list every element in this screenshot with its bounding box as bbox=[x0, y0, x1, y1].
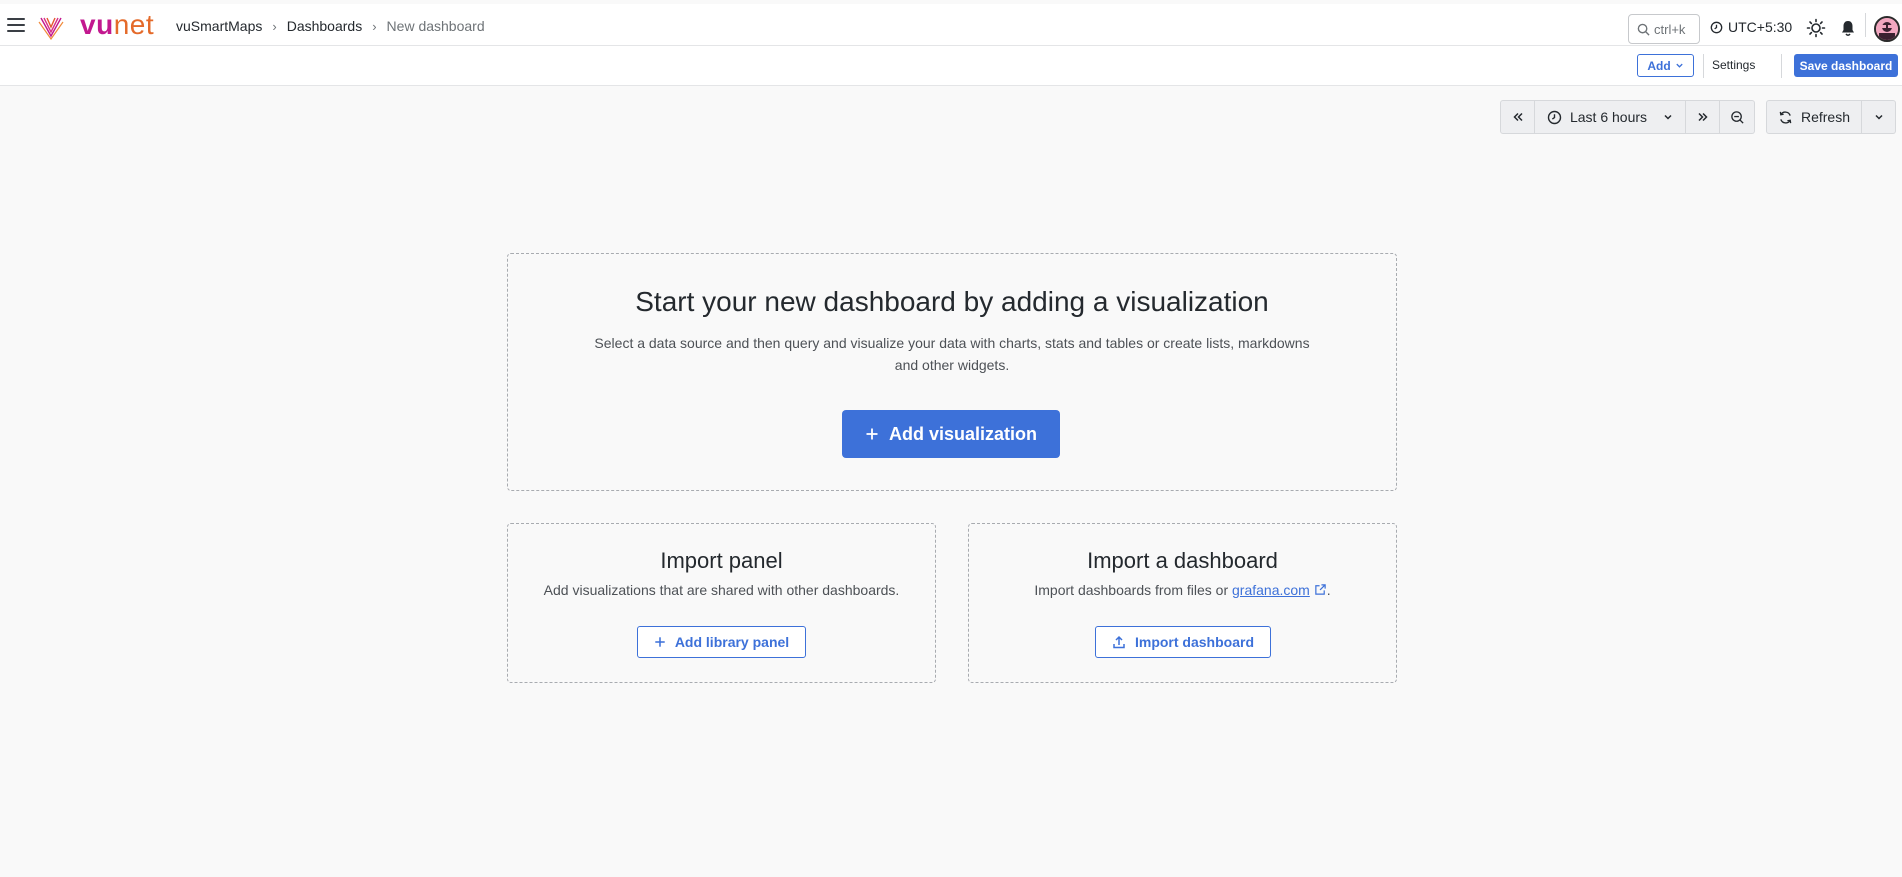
vunet-logo-mark-icon bbox=[38, 17, 64, 40]
chevron-down-icon bbox=[1874, 114, 1883, 120]
timezone-picker[interactable]: UTC+5:30 bbox=[1710, 19, 1792, 35]
import-dashboard-description: Import dashboards from files or grafana.… bbox=[969, 582, 1396, 598]
dashboard-toolbar: Add Settings Save dashboard bbox=[0, 46, 1902, 86]
notifications-button[interactable] bbox=[1836, 16, 1860, 40]
import-panel-card: Import panel Add visualizations that are… bbox=[507, 523, 936, 683]
breadcrumb-vusmartmaps[interactable]: vuSmartMaps bbox=[176, 18, 262, 34]
time-range-label: Last 6 hours bbox=[1569, 109, 1648, 125]
toolbar-divider bbox=[1703, 54, 1704, 78]
clock-icon bbox=[1710, 21, 1723, 33]
chevron-right-icon: › bbox=[272, 18, 277, 34]
empty-state-description-line1: Select a data source and then query and … bbox=[594, 335, 1310, 351]
add-button[interactable]: Add bbox=[1637, 54, 1694, 77]
zoom-out-icon bbox=[1730, 110, 1744, 124]
zoom-out-button[interactable] bbox=[1720, 100, 1755, 134]
menu-icon[interactable] bbox=[4, 14, 28, 36]
chevron-down-icon bbox=[1664, 114, 1672, 120]
empty-state-description-line2: and other widgets. bbox=[894, 357, 1010, 373]
sun-icon bbox=[1806, 18, 1826, 38]
breadcrumb: vuSmartMaps › Dashboards › New dashboard bbox=[176, 18, 485, 34]
search-input[interactable]: ctrl+k bbox=[1628, 14, 1700, 44]
add-visualization-label: Add visualization bbox=[888, 423, 1038, 444]
add-visualization-button[interactable]: Add visualization bbox=[842, 410, 1060, 458]
chevrons-left-icon bbox=[1512, 112, 1523, 122]
topbar-divider bbox=[1865, 13, 1866, 37]
time-shift-forward-button[interactable] bbox=[1686, 100, 1720, 134]
refresh-interval-dropdown[interactable] bbox=[1862, 100, 1896, 134]
vunet-logo[interactable]: vunet bbox=[80, 10, 154, 40]
top-navbar: vunet vuSmartMaps › Dashboards › New das… bbox=[0, 4, 1902, 46]
breadcrumb-dashboards[interactable]: Dashboards bbox=[287, 18, 363, 34]
import-dashboard-description-prefix: Import dashboards from files or bbox=[1034, 582, 1229, 598]
import-panel-title: Import panel bbox=[660, 548, 783, 573]
import-dashboard-card: Import a dashboard Import dashboards fro… bbox=[968, 523, 1397, 683]
save-dashboard-button[interactable]: Save dashboard bbox=[1794, 54, 1898, 77]
time-range-picker[interactable]: Last 6 hours bbox=[1535, 100, 1686, 134]
time-range-controls: Last 6 hours bbox=[1500, 100, 1755, 134]
external-link-icon[interactable] bbox=[1314, 583, 1327, 596]
avatar[interactable] bbox=[1874, 16, 1900, 42]
refresh-icon bbox=[1779, 110, 1792, 124]
add-button-label: Add bbox=[1647, 58, 1671, 73]
user-avatar-icon bbox=[1876, 18, 1898, 40]
chevron-down-icon bbox=[1675, 63, 1683, 68]
clock-icon bbox=[1547, 110, 1562, 124]
chevrons-right-icon bbox=[1697, 112, 1708, 122]
plus-icon bbox=[655, 637, 665, 647]
import-dashboard-title: Import a dashboard bbox=[1087, 548, 1278, 573]
empty-dashboard-card: Start your new dashboard by adding a vis… bbox=[507, 253, 1397, 491]
settings-button[interactable]: Settings bbox=[1712, 58, 1755, 72]
plus-icon bbox=[866, 428, 878, 440]
refresh-label: Refresh bbox=[1800, 109, 1851, 125]
grafana-com-link[interactable]: grafana.com bbox=[1232, 582, 1310, 598]
breadcrumb-new-dashboard: New dashboard bbox=[386, 18, 485, 34]
import-dashboard-description-suffix: . bbox=[1326, 582, 1331, 598]
refresh-button[interactable]: Refresh bbox=[1766, 100, 1862, 134]
upload-icon bbox=[1113, 635, 1125, 649]
theme-toggle-button[interactable] bbox=[1804, 16, 1828, 40]
add-library-panel-label: Add library panel bbox=[674, 634, 790, 650]
empty-state-description: Select a data source and then query and … bbox=[508, 332, 1396, 376]
bell-icon bbox=[1842, 21, 1854, 36]
refresh-controls: Refresh bbox=[1766, 100, 1896, 134]
add-library-panel-button[interactable]: Add library panel bbox=[637, 626, 806, 658]
import-panel-description: Add visualizations that are shared with … bbox=[543, 582, 900, 598]
chevron-right-icon: › bbox=[372, 18, 377, 34]
search-shortcut-hint: ctrl+k bbox=[1654, 21, 1686, 37]
toolbar-divider bbox=[1781, 54, 1782, 78]
empty-state-title: Start your new dashboard by adding a vis… bbox=[635, 286, 1269, 317]
time-shift-back-button[interactable] bbox=[1500, 100, 1535, 134]
import-dashboard-button[interactable]: Import dashboard bbox=[1095, 626, 1271, 658]
timezone-label: UTC+5:30 bbox=[1728, 19, 1793, 35]
search-icon bbox=[1637, 23, 1650, 36]
import-dashboard-label: Import dashboard bbox=[1134, 634, 1254, 650]
